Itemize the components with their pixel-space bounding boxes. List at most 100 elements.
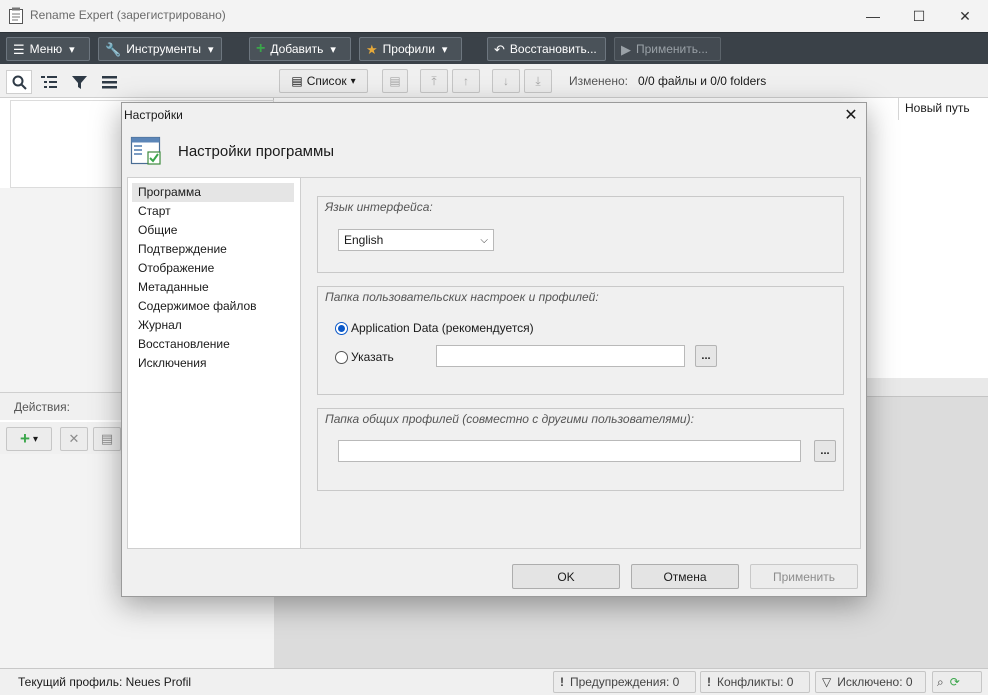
user-folder-group-title: Папка пользовательских настроек и профил… <box>325 290 599 304</box>
conflicts-label: Конфликты: 0 <box>717 675 794 689</box>
nav-item-file-contents[interactable]: Содержимое файлов <box>132 297 294 316</box>
x-icon: ✕ <box>68 431 80 446</box>
changed-label: Изменено: <box>569 74 628 88</box>
cancel-button[interactable]: Отмена <box>631 564 739 589</box>
clear-list-icon: ▤ <box>389 74 401 88</box>
nav-item-confirmation[interactable]: Подтверждение <box>132 240 294 259</box>
chevron-down-icon: ▾ <box>32 433 38 445</box>
plus-icon: + <box>256 40 266 57</box>
nav-item-log[interactable]: Журнал <box>132 316 294 335</box>
play-icon: ▶ <box>621 41 631 57</box>
nav-item-general[interactable]: Общие <box>132 221 294 240</box>
apply-button[interactable]: Применить <box>750 564 858 589</box>
appdata-radio[interactable] <box>335 322 348 335</box>
changed-value: 0/0 файлы и 0/0 folders <box>638 74 767 88</box>
custom-path-radio[interactable] <box>335 351 348 364</box>
delete-action-button[interactable]: ✕ <box>60 427 88 451</box>
menu-button-label: Меню <box>29 42 63 56</box>
move-down-button[interactable]: ↓ <box>492 69 520 93</box>
main-toolbar: ☰ Меню ▾ 🔧 Инструменты ▾ + Добавить ▾ ★ … <box>0 32 988 64</box>
add-button[interactable]: + Добавить ▾ <box>249 37 351 61</box>
apply-toolbar-button[interactable]: ▶ Применить... <box>614 37 721 61</box>
lines-icon[interactable] <box>98 72 120 92</box>
filter-icon: ▽ <box>822 675 832 689</box>
profiles-button[interactable]: ★ Профили ▾ <box>359 37 462 61</box>
chevron-down-icon: ▾ <box>330 43 336 56</box>
chevron-down-icon: ▾ <box>69 43 75 56</box>
nav-item-program[interactable]: Программа <box>132 183 294 202</box>
apply-toolbar-button-label: Применить... <box>636 42 709 56</box>
dialog-heading: Настройки программы <box>178 143 335 160</box>
refresh-icon: ⟳ <box>949 675 960 689</box>
wrench-icon: 🔧 <box>105 41 122 57</box>
close-icon: ✕ <box>844 107 858 124</box>
shared-folder-group-title: Папка общих профилей (совместно с другим… <box>325 412 694 426</box>
clear-files-button[interactable]: ▤ <box>382 69 408 93</box>
search-icon: ⌕ <box>937 674 944 689</box>
move-top-button[interactable]: ⤒ <box>420 69 448 93</box>
undo-icon: ↶ <box>494 41 505 57</box>
tools-button[interactable]: 🔧 Инструменты ▾ <box>98 37 222 61</box>
dialog-title: Настройки <box>124 108 183 122</box>
dialog-close-button[interactable]: ✕ <box>838 104 864 126</box>
chevron-down-icon: ⌵ <box>480 234 488 246</box>
warnings-label: Предупреждения: 0 <box>570 675 680 689</box>
view-mode-button[interactable]: ▤ Список ▾ <box>279 69 368 93</box>
current-profile-text: Текущий профиль: Neues Profil <box>18 675 192 689</box>
menu-button[interactable]: ☰ Меню ▾ <box>6 37 90 61</box>
add-action-button[interactable]: + ▾ <box>6 427 52 451</box>
clear-actions-button[interactable]: ▤ <box>93 427 121 451</box>
profiles-button-label: Профили <box>382 42 435 56</box>
list-view-icon: ▤ <box>291 74 303 88</box>
view-mode-label: Список <box>306 74 347 88</box>
language-select-value: English <box>344 233 384 247</box>
minimize-button[interactable]: — <box>850 0 896 32</box>
nav-item-start[interactable]: Старт <box>132 202 294 221</box>
arrow-bottom-icon: ⤓ <box>535 73 541 88</box>
user-folder-browse-button[interactable]: ... <box>695 345 717 367</box>
plus-icon: + <box>20 429 30 448</box>
tree-list-icon[interactable] <box>38 72 60 92</box>
appdata-radio-label[interactable]: Application Data (рекомендуется) <box>351 321 534 335</box>
warnings-button[interactable]: ! Предупреждения: 0 <box>553 671 696 693</box>
nav-item-metadata[interactable]: Метаданные <box>132 278 294 297</box>
excluded-label: Исключено: 0 <box>837 675 913 689</box>
restore-button[interactable]: ↶ Восстановить... <box>487 37 606 61</box>
chevron-down-icon: ▾ <box>441 43 448 56</box>
arrow-down-icon: ↓ <box>503 74 509 88</box>
clear-list-icon: ▤ <box>100 431 114 446</box>
chevron-down-icon: ▾ <box>208 43 214 56</box>
move-bottom-button[interactable]: ⤓ <box>524 69 552 93</box>
maximize-button[interactable]: ☐ <box>896 0 942 32</box>
star-icon: ★ <box>366 41 378 57</box>
column-header-new-path[interactable]: Новый путь <box>898 98 988 120</box>
custom-path-radio-label[interactable]: Указать <box>351 350 394 364</box>
conflicts-button[interactable]: ! Конфликты: 0 <box>700 671 810 693</box>
conflict-icon: ! <box>707 675 711 689</box>
settings-window-icon <box>130 136 161 165</box>
close-window-button[interactable]: ✕ <box>942 0 988 32</box>
hamburger-icon: ☰ <box>13 41 25 57</box>
move-up-button[interactable]: ↑ <box>452 69 480 93</box>
add-button-label: Добавить <box>270 42 324 56</box>
search-refresh-button[interactable]: ⌕ ⟳ <box>932 671 982 693</box>
chevron-down-icon: ▾ <box>350 75 356 87</box>
excluded-button[interactable]: ▽ Исключено: 0 <box>815 671 926 693</box>
arrow-top-icon: ⤒ <box>431 73 437 88</box>
shared-folder-browse-button[interactable]: ... <box>814 440 836 462</box>
restore-button-label: Восстановить... <box>509 42 597 56</box>
arrow-up-icon: ↑ <box>463 74 469 88</box>
tools-button-label: Инструменты <box>126 42 202 56</box>
ok-button[interactable]: OK <box>512 564 620 589</box>
user-folder-path-input[interactable] <box>436 345 685 367</box>
language-select[interactable]: English ⌵ <box>338 229 494 251</box>
nav-item-restore[interactable]: Восстановление <box>132 335 294 354</box>
language-group-title: Язык интерфейса: <box>325 200 433 214</box>
actions-label: Действия: <box>14 400 70 414</box>
shared-folder-path-input[interactable] <box>338 440 801 462</box>
nav-item-exclusions[interactable]: Исключения <box>132 354 294 373</box>
filter-icon[interactable] <box>68 72 90 92</box>
nav-item-display[interactable]: Отображение <box>132 259 294 278</box>
search-icon[interactable] <box>6 70 32 94</box>
warning-icon: ! <box>560 675 564 689</box>
